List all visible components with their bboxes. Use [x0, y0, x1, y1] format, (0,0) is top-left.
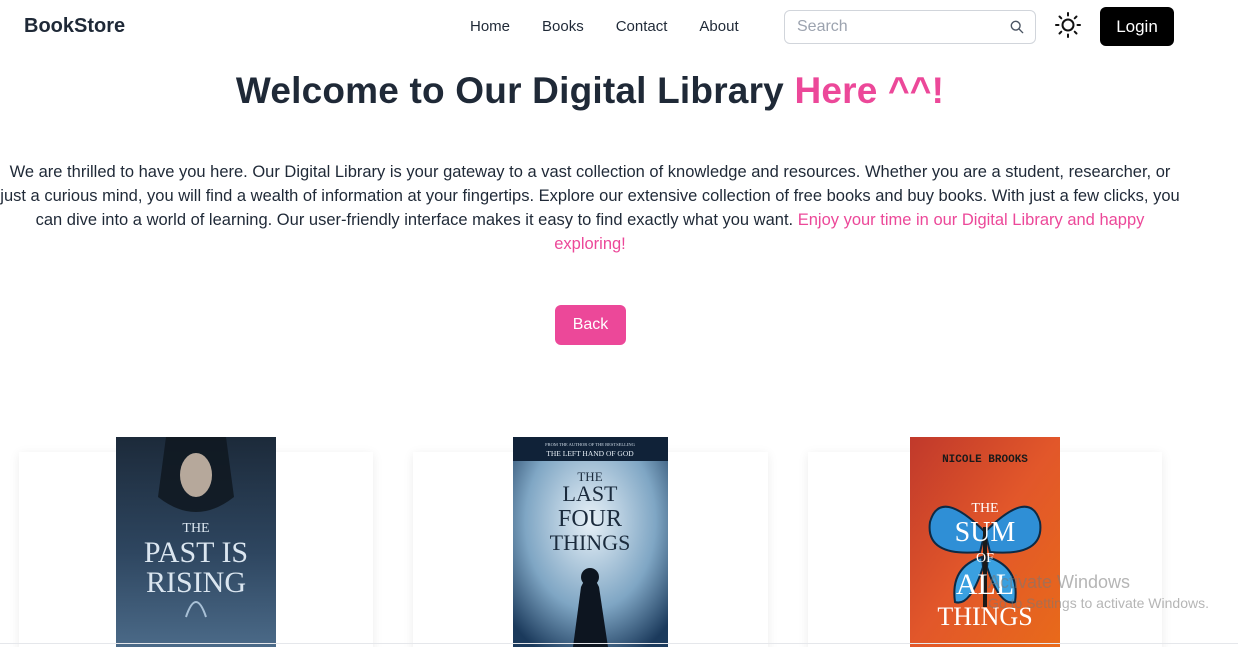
- hero-description: We are thrilled to have you here. Our Di…: [0, 160, 1180, 256]
- cover-line: OF: [976, 551, 994, 566]
- nav-link-contact[interactable]: Contact: [616, 18, 668, 35]
- search-box: [784, 10, 1036, 44]
- cover-line: LAST: [563, 481, 619, 506]
- watermark-subtitle: Go to Settings to activate Windows.: [988, 595, 1209, 611]
- hero-title-main: Welcome to Our Digital Library: [235, 70, 784, 111]
- nav-link-books[interactable]: Books: [542, 18, 584, 35]
- nav-link-home[interactable]: Home: [470, 18, 510, 35]
- nav-link-about[interactable]: About: [699, 18, 738, 35]
- nav-links: Home Books Contact About: [470, 18, 739, 35]
- book-cover-image[interactable]: FROM THE AUTHOR OF THE BESTSELLING THE L…: [513, 437, 668, 647]
- back-button[interactable]: Back: [555, 305, 626, 345]
- hero-title: Welcome to Our Digital Library Here ^^!: [0, 70, 1180, 112]
- cover-line: FOUR: [558, 506, 622, 532]
- cover-line: SUM: [955, 517, 1016, 548]
- sun-icon[interactable]: [1054, 11, 1082, 39]
- cover-series: THE LEFT HAND OF GOD: [546, 449, 634, 458]
- search-input[interactable]: [797, 18, 1009, 36]
- brand-logo[interactable]: BookStore: [24, 15, 125, 38]
- cover-tagline: FROM THE AUTHOR OF THE BESTSELLING: [545, 442, 635, 447]
- watermark-title: Activate Windows: [988, 572, 1131, 592]
- cover-author: NICOLE BROOKS: [942, 454, 1028, 466]
- cover-line: THE: [971, 501, 998, 516]
- search-icon[interactable]: [1009, 19, 1025, 35]
- cover-line: PAST IS: [144, 536, 248, 569]
- hero-title-accent: Here ^^!: [794, 70, 945, 111]
- book-cover-image[interactable]: NICOLE BROOKS THE SUM OF ALL THINGS: [910, 437, 1060, 647]
- activate-windows-watermark: Activate Windows Go to Settings to activ…: [988, 572, 1209, 611]
- book-cover-image[interactable]: THE PAST IS RISING: [116, 437, 276, 647]
- navbar: BookStore Home Books Contact About Login: [0, 0, 1238, 54]
- cover-line: RISING: [146, 566, 246, 599]
- cover-line: THE: [182, 521, 209, 536]
- divider: [0, 643, 1238, 644]
- cover-line: THINGS: [550, 530, 631, 555]
- login-button[interactable]: Login: [1100, 7, 1174, 46]
